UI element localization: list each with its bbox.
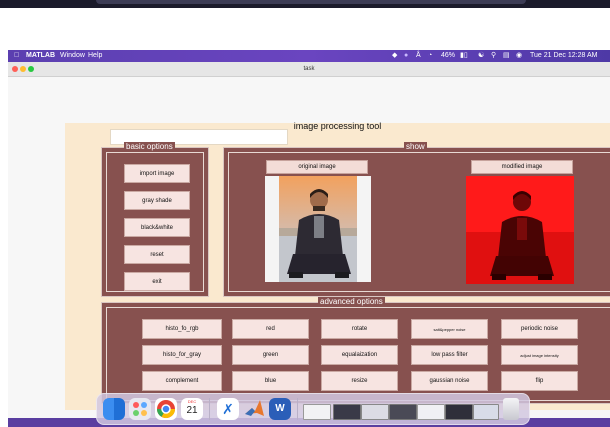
periodic-noise-button[interactable]: periodic noise [501,319,578,339]
original-photo-graphic [279,176,357,282]
original-image-label: original image [266,160,368,174]
dock-separator-2 [297,398,298,420]
minimized-window-2[interactable] [333,404,361,420]
siri-icon[interactable]: ◉ [516,50,522,62]
histo-fo-rgb-button[interactable]: histo_fo_rgb [142,319,222,339]
time-machine-icon[interactable]: ◔ [428,50,432,62]
show-panel: show original image modified image [223,142,610,297]
figure-window: task image processing tool basic options… [8,62,610,418]
minimized-window-7[interactable] [473,404,499,420]
exit-button[interactable]: exit [124,272,190,291]
complement-button[interactable]: complement [142,371,222,391]
menu-window[interactable]: Window [60,50,85,62]
basic-options-panel: basic options import image gray shade bl… [101,142,209,297]
vscode-icon[interactable]: ✗ [217,398,239,420]
screen-bezel [0,0,610,8]
battery-icon[interactable]: ▮▯ [460,50,468,62]
modified-photo-graphic [466,176,574,284]
apple-icon[interactable]:  [14,50,19,62]
blue-button[interactable]: blue [232,371,309,391]
trash-icon[interactable] [503,398,519,420]
desktop:  MATLAB Window Help ◆ ● Å ◔ 46% ▮▯ ☯ ⚲ … [8,50,610,427]
bezel-reflection [96,0,526,4]
modified-image [466,176,574,284]
low-pass-filter-button[interactable]: low pass filter [411,345,488,365]
finder-icon[interactable] [103,398,125,420]
adjust-image-intensity-button[interactable]: adjust image intensity [501,345,578,365]
matlab-icon[interactable] [243,398,265,420]
wifi-icon[interactable]: ☯ [478,50,484,62]
original-image [265,176,371,282]
salt-pepper-noise-button[interactable]: salt&pepper noise [411,319,488,339]
bluetooth-icon[interactable]: Å [416,50,421,62]
rotate-button[interactable]: rotate [321,319,398,339]
figure-content: image processing tool basic options impo… [8,77,610,418]
app-panel: image processing tool basic options impo… [65,121,610,410]
import-image-button[interactable]: import image [124,164,190,183]
word-icon[interactable]: W [269,398,291,420]
equalaization-button[interactable]: equalaization [321,345,398,365]
status-app-icon[interactable]: ◆ [392,50,397,62]
launchpad-icon[interactable] [129,398,151,420]
histo-for-gray-button[interactable]: histo_for_gray [142,345,222,365]
basic-options-title: basic options [124,142,175,151]
menu-clock[interactable]: Tue 21 Dec 12:28 AM [530,50,597,62]
advanced-options-panel: advanced options histo_fo_rgb red rotate… [101,297,610,404]
chrome-graphic [157,400,175,419]
spotlight-search-icon[interactable]: ⚲ [491,50,496,62]
minimized-window-5[interactable] [417,404,445,420]
show-title: show [404,142,427,151]
window-titlebar[interactable]: task [8,62,610,77]
menu-bar:  MATLAB Window Help ◆ ● Å ◔ 46% ▮▯ ☯ ⚲ … [8,50,610,62]
window-title: task [303,66,315,72]
minimized-window-1[interactable] [303,404,331,420]
modified-image-label: modified image [471,160,573,174]
calendar-icon[interactable]: DEC 21 [181,398,203,420]
minimized-window-3[interactable] [361,404,389,420]
calendar-day: 21 [186,405,198,416]
chrome-icon[interactable] [155,398,177,420]
gray-shade-button[interactable]: gray shade [124,191,190,210]
gaussian-noise-button[interactable]: gaussian noise [411,371,488,391]
launchpad-grid-graphic [133,402,147,416]
status-dot-icon[interactable]: ● [404,50,408,62]
dock: DEC 21 ✗ W [96,393,530,425]
minimized-window-4[interactable] [389,404,417,420]
menu-app-name[interactable]: MATLAB [26,50,55,62]
menu-help[interactable]: Help [88,50,102,62]
reset-button[interactable]: reset [124,245,190,264]
red-button[interactable]: red [232,319,309,339]
battery-percent[interactable]: 46% [441,50,455,62]
control-center-icon[interactable]: ▤ [503,50,510,62]
black-white-button[interactable]: black&white [124,218,190,237]
minimized-window-6[interactable] [445,404,473,420]
advanced-options-title: advanced options [318,297,385,306]
green-button[interactable]: green [232,345,309,365]
matlab-graphic [245,400,264,416]
resize-button[interactable]: resize [321,371,398,391]
flip-button[interactable]: flip [501,371,578,391]
dock-separator [209,398,210,420]
